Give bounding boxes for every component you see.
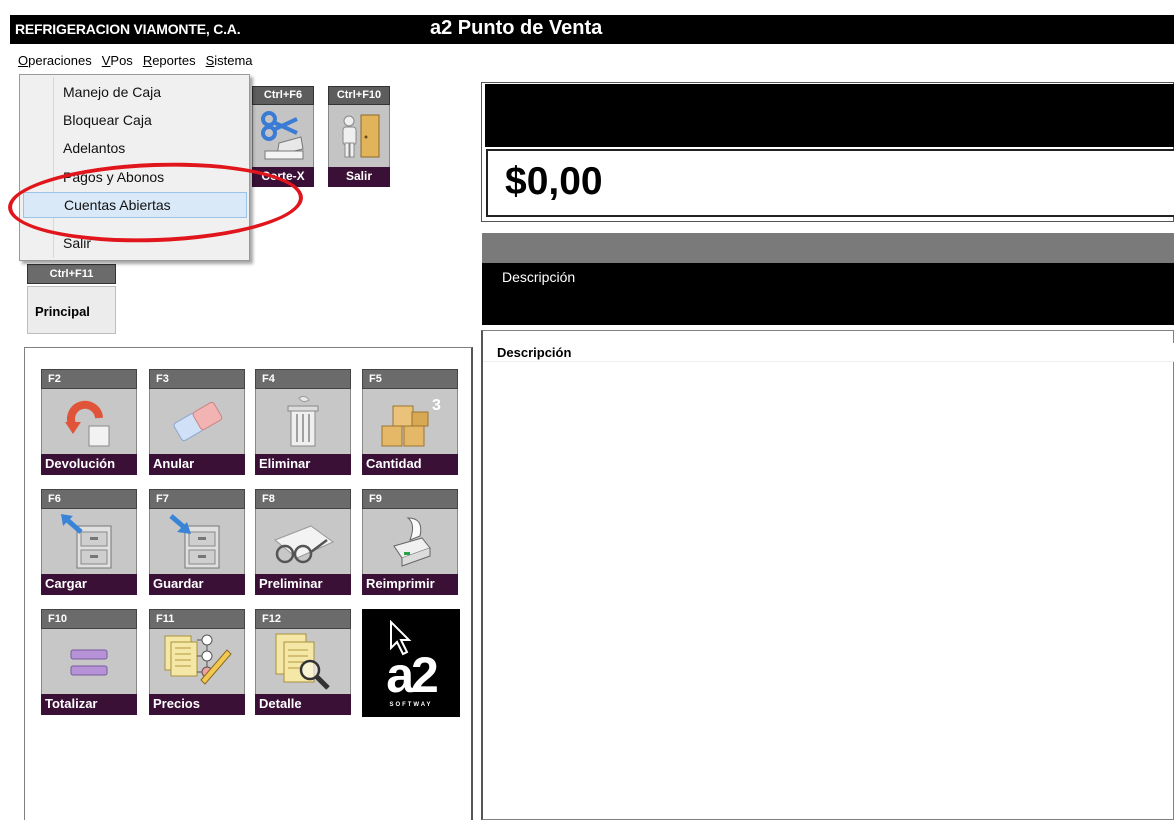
function-panel: F2 Devolución F3 Anular F4 Eliminar F5 3…	[24, 347, 473, 820]
menu-vpos[interactable]: VPos	[100, 52, 135, 72]
eliminar-button[interactable]: F4 Eliminar	[255, 369, 351, 475]
button-label: Cargar	[41, 574, 137, 595]
fkey-label: F9	[362, 489, 458, 509]
item-description-display: Descripción	[482, 263, 1174, 325]
price-list-icon	[149, 629, 245, 694]
menu-sistema[interactable]: Sistema	[204, 52, 255, 72]
glasses-icon	[255, 509, 351, 574]
totalizar-button[interactable]: F10 Totalizar	[41, 609, 137, 715]
cargar-button[interactable]: F6 Cargar	[41, 489, 137, 595]
app-title: a2 Punto de Venta	[430, 17, 603, 39]
magnifier-document-icon	[255, 629, 351, 694]
boxes-icon: 3	[362, 389, 458, 454]
button-label: Totalizar	[41, 694, 137, 715]
button-label: Detalle	[255, 694, 351, 715]
button-label: Preliminar	[255, 574, 351, 595]
fkey-label: F12	[255, 609, 351, 629]
fkey-label: F8	[255, 489, 351, 509]
list-column-header[interactable]: Descripción	[483, 343, 1174, 362]
salir-button[interactable]: Ctrl+F10 Salir	[328, 86, 390, 187]
svg-text:a2: a2	[386, 647, 437, 703]
button-label: Devolución	[41, 454, 137, 475]
cabinet-load-icon	[41, 509, 137, 574]
operaciones-dropdown-menu: Manejo de Caja Bloquear Caja Adelantos P…	[19, 74, 250, 261]
button-label: Salir	[328, 167, 390, 187]
button-label: Cantidad	[362, 454, 458, 475]
items-list[interactable]	[481, 330, 1174, 820]
button-label: Corte-X	[252, 167, 314, 187]
display-top-bar	[485, 84, 1174, 147]
menu-item-manejo-de-caja[interactable]: Manejo de Caja	[23, 79, 247, 105]
corte-x-button[interactable]: Ctrl+F6 Corte-X	[252, 86, 314, 187]
total-amount: $0,00	[486, 149, 1174, 217]
principal-shortcut-label: Ctrl+F11	[27, 264, 116, 284]
company-name: REFRIGERACION VIAMONTE, C.A.	[15, 21, 241, 37]
printer-icon	[362, 509, 458, 574]
item-gray-bar	[482, 233, 1174, 263]
fkey-label: F5	[362, 369, 458, 389]
item-description-label: Descripción	[502, 269, 576, 285]
menu-bar: Operaciones VPos Reportes Sistema	[16, 52, 255, 72]
menu-item-bloquear-caja[interactable]: Bloquear Caja	[23, 107, 247, 133]
button-label: Reimprimir	[362, 574, 458, 595]
menu-item-adelantos[interactable]: Adelantos	[23, 135, 247, 161]
fkey-label: F2	[41, 369, 137, 389]
fkey-label: F3	[149, 369, 245, 389]
button-label: Anular	[149, 454, 245, 475]
return-icon	[41, 389, 137, 454]
devolucion-button[interactable]: F2 Devolución	[41, 369, 137, 475]
menu-item-pagos-y-abonos[interactable]: Pagos y Abonos	[23, 164, 247, 190]
principal-button[interactable]: Principal	[27, 286, 116, 334]
guardar-button[interactable]: F7 Guardar	[149, 489, 245, 595]
trash-icon	[255, 389, 351, 454]
precios-button[interactable]: F11 Precios	[149, 609, 245, 715]
menu-item-cuentas-abiertas[interactable]: Cuentas Abiertas	[23, 192, 247, 218]
eraser-icon	[149, 389, 245, 454]
reimprimir-button[interactable]: F9 Reimprimir	[362, 489, 458, 595]
fkey-label: F11	[149, 609, 245, 629]
detalle-button[interactable]: F12 Detalle	[255, 609, 351, 715]
fkey-label: F6	[41, 489, 137, 509]
a2-logo: a2 SOFTWAY	[362, 609, 460, 717]
preliminar-button[interactable]: F8 Preliminar	[255, 489, 351, 595]
menu-reportes[interactable]: Reportes	[141, 52, 198, 72]
fkey-label: F7	[149, 489, 245, 509]
title-bar: REFRIGERACION VIAMONTE, C.A. a2 Punto de…	[10, 15, 1174, 44]
equals-icon	[41, 629, 137, 694]
button-label: Precios	[149, 694, 245, 715]
fkey-label: F4	[255, 369, 351, 389]
button-label: Guardar	[149, 574, 245, 595]
cabinet-save-icon	[149, 509, 245, 574]
cantidad-button[interactable]: F5 3 Cantidad	[362, 369, 458, 475]
exit-door-icon	[328, 105, 390, 167]
menu-item-salir[interactable]: Salir	[23, 230, 247, 256]
fkey-label: Ctrl+F6	[252, 86, 314, 105]
scissors-icon	[252, 105, 314, 167]
menu-operaciones[interactable]: Operaciones	[16, 52, 94, 72]
svg-text:3: 3	[432, 397, 441, 414]
svg-text:SOFTWAY: SOFTWAY	[389, 702, 432, 708]
fkey-label: Ctrl+F10	[328, 86, 390, 105]
fkey-label: F10	[41, 609, 137, 629]
anular-button[interactable]: F3 Anular	[149, 369, 245, 475]
button-label: Eliminar	[255, 454, 351, 475]
